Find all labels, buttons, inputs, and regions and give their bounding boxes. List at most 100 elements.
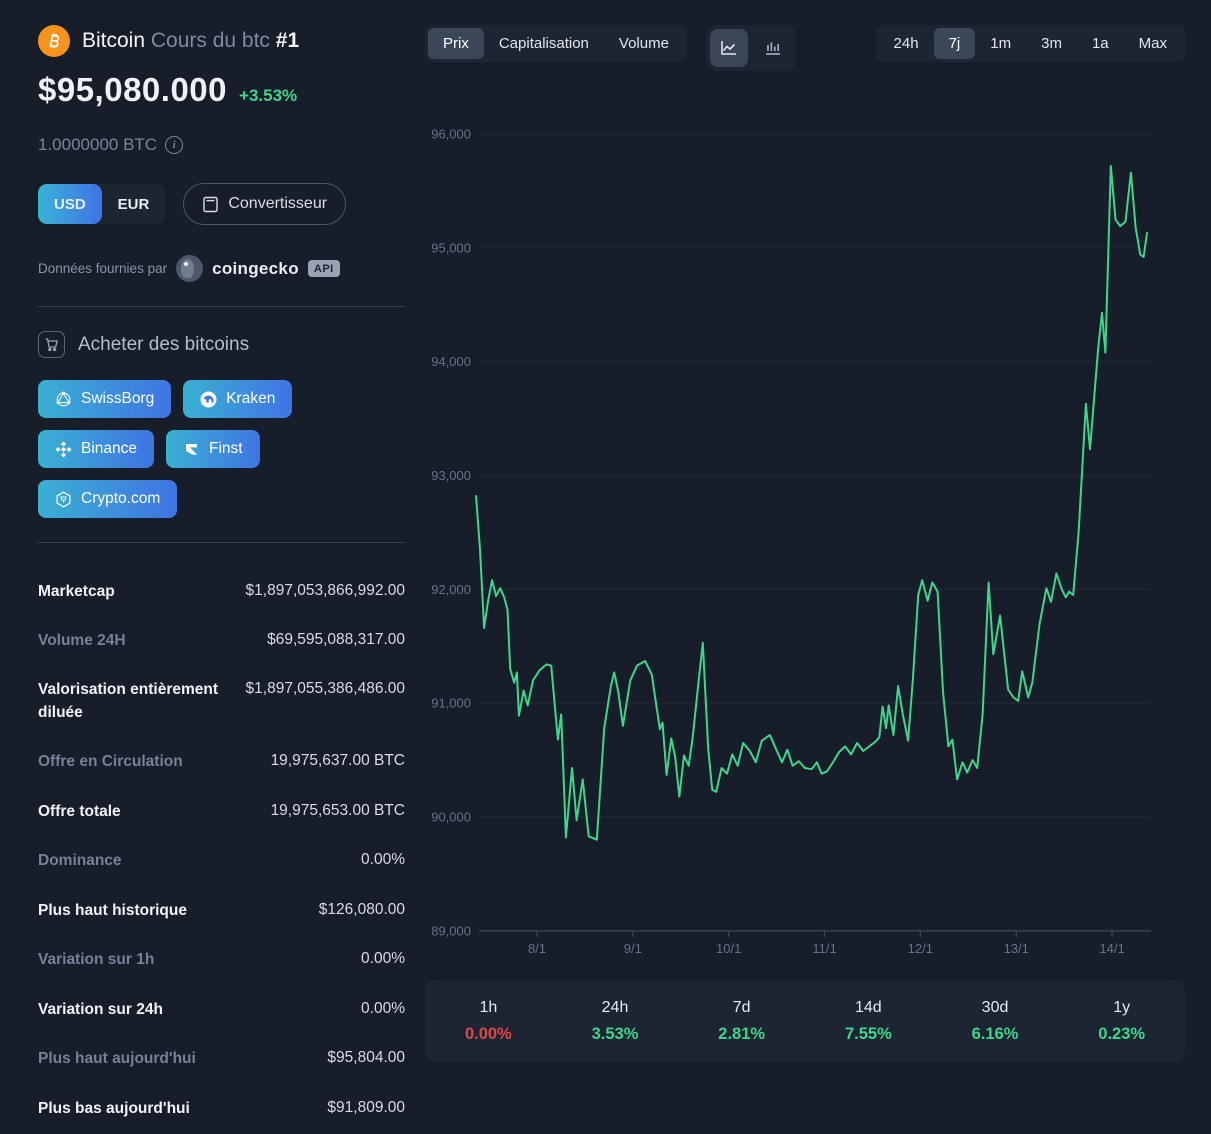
performance-period: 24h (552, 999, 679, 1017)
price-row: $95,080.000 +3.53% (38, 71, 405, 109)
stat-row: Offre en Circulation19,975,637.00 BTC (38, 738, 405, 787)
coin-stats-list: Marketcap$1,897,053,866,992.00Volume 24H… (38, 567, 405, 1134)
coin-subtitle: Cours du btc (151, 29, 270, 52)
coingecko-icon (176, 255, 203, 282)
range-7j[interactable]: 7j (934, 28, 976, 59)
stat-value: $95,804.00 (327, 1049, 405, 1067)
finst-icon (183, 441, 200, 458)
tab-volume[interactable]: Volume (604, 28, 684, 59)
y-axis-label: 95,000 (431, 240, 471, 255)
stat-row: Valorisation entièrement diluée$1,897,05… (38, 666, 405, 738)
stat-label: Plus bas aujourd'hui (38, 1098, 190, 1120)
coin-rank-badge: #1 (276, 29, 299, 52)
exchange-label: SwissBorg (81, 390, 154, 408)
bar-chart-icon (763, 38, 783, 58)
exchange-button-finst[interactable]: Finst (166, 430, 260, 468)
performance-period: 1y (1058, 999, 1185, 1017)
x-axis-label: 11/1 (812, 941, 836, 956)
performance-panel: 1h0.00%24h3.53%7d2.81%14d7.55%30d6.16%1y… (425, 980, 1185, 1062)
performance-value: 3.53% (552, 1025, 679, 1044)
tab-capitalisation[interactable]: Capitalisation (484, 28, 604, 59)
currency-toggle: USD EUR (38, 184, 165, 224)
price-line-series[interactable] (476, 166, 1147, 840)
crypto-com-icon (55, 491, 72, 508)
provider-prefix: Données fournies par (38, 261, 167, 276)
exchange-button-swissborg[interactable]: SwissBorg (38, 380, 171, 418)
exchange-label: Finst (209, 440, 243, 458)
tab-prix[interactable]: Prix (428, 28, 484, 59)
stat-row: Dominance0.00% (38, 837, 405, 886)
performance-cell-1y: 1y 0.23% (1058, 999, 1185, 1044)
coin-price: $95,080.000 (38, 71, 227, 109)
x-axis-label: 10/1 (716, 941, 741, 956)
coin-name: Bitcoin (82, 29, 145, 52)
calculator-icon (202, 196, 219, 213)
info-icon[interactable]: i (165, 136, 183, 154)
stat-row: Marketcap$1,897,053,866,992.00 (38, 567, 405, 616)
stat-value: 0.00% (361, 950, 405, 968)
metric-tabs: PrixCapitalisationVolume (425, 25, 687, 62)
range-3m[interactable]: 3m (1026, 28, 1077, 59)
stat-label: Offre totale (38, 801, 121, 823)
performance-period: 14d (805, 999, 932, 1017)
separator (38, 306, 405, 307)
stat-label: Plus haut aujourd'hui (38, 1048, 196, 1070)
converter-button[interactable]: Convertisseur (183, 183, 346, 225)
performance-cell-1h: 1h 0.00% (425, 999, 552, 1044)
bar-chart-toggle-button[interactable] (754, 29, 792, 67)
performance-value: 6.16% (932, 1025, 1059, 1044)
range-1a[interactable]: 1a (1077, 28, 1124, 59)
cart-icon (38, 331, 65, 358)
line-chart-icon (719, 38, 739, 58)
kraken-icon (200, 391, 217, 408)
stat-row: Variation sur 1h0.00% (38, 936, 405, 985)
performance-period: 1h (425, 999, 552, 1017)
performance-value: 0.23% (1058, 1025, 1185, 1044)
exchange-label: Crypto.com (81, 490, 160, 508)
buy-bitcoins-header: Acheter des bitcoins (38, 331, 405, 358)
x-axis-label: 9/1 (624, 941, 642, 956)
btc-equivalent-value: 1.0000000 BTC (38, 135, 157, 155)
stat-value: 19,975,653.00 BTC (271, 802, 405, 820)
y-axis-label: 96,000 (431, 127, 471, 142)
price-chart[interactable]: 96,00095,00094,00093,00092,00091,00090,0… (425, 85, 1185, 970)
price-chart-svg[interactable]: 96,00095,00094,00093,00092,00091,00090,0… (425, 85, 1185, 965)
range-1m[interactable]: 1m (975, 28, 1026, 59)
stat-label: Offre en Circulation (38, 751, 183, 773)
stat-row: Plus haut aujourd'hui $95,804.00 (38, 1035, 405, 1084)
api-badge: API (308, 260, 340, 277)
stat-label: Volume 24H (38, 630, 126, 652)
separator (38, 542, 405, 543)
stat-value: $1,897,055,386,486.00 (246, 680, 405, 698)
currency-eur-button[interactable]: EUR (102, 184, 166, 224)
performance-value: 0.00% (425, 1025, 552, 1044)
y-axis-label: 90,000 (431, 809, 471, 824)
performance-cell-24h: 24h 3.53% (552, 999, 679, 1044)
stat-label: Plus haut historique (38, 900, 187, 922)
x-axis-label: 8/1 (528, 941, 546, 956)
performance-period: 7d (678, 999, 805, 1017)
range-24h[interactable]: 24h (879, 28, 934, 59)
performance-value: 2.81% (678, 1025, 805, 1044)
stat-value: 0.00% (361, 1000, 405, 1018)
provider-name[interactable]: coingecko (212, 259, 299, 279)
stat-label: Dominance (38, 850, 122, 872)
exchange-button-kraken[interactable]: Kraken (183, 380, 292, 418)
y-axis-label: 93,000 (431, 468, 471, 483)
coin-sidebar: Bitcoin Cours du btc #1 $95,080.000 +3.5… (0, 0, 425, 1080)
exchange-button-crypto-com[interactable]: Crypto.com (38, 480, 177, 518)
time-range-selector: 24h7j1m3m1aMax (876, 25, 1185, 62)
x-axis-label: 13/1 (1004, 941, 1029, 956)
exchange-button-binance[interactable]: Binance (38, 430, 154, 468)
stat-row: Offre totale 19,975,653.00 BTC (38, 787, 405, 836)
currency-usd-button[interactable]: USD (38, 184, 102, 224)
btc-equivalent-row: 1.0000000 BTC i (38, 135, 405, 155)
stat-row: Variation sur 24h0.00% (38, 985, 405, 1034)
y-axis-label: 89,000 (431, 923, 471, 938)
line-chart-toggle-button[interactable] (710, 29, 748, 67)
y-axis-label: 91,000 (431, 696, 471, 711)
range-max[interactable]: Max (1124, 28, 1182, 59)
chart-controls: PrixCapitalisationVolume (425, 25, 1185, 71)
stat-value: $69,595,088,317.00 (267, 631, 405, 649)
stat-row: Volume 24H $69,595,088,317.00 (38, 616, 405, 665)
